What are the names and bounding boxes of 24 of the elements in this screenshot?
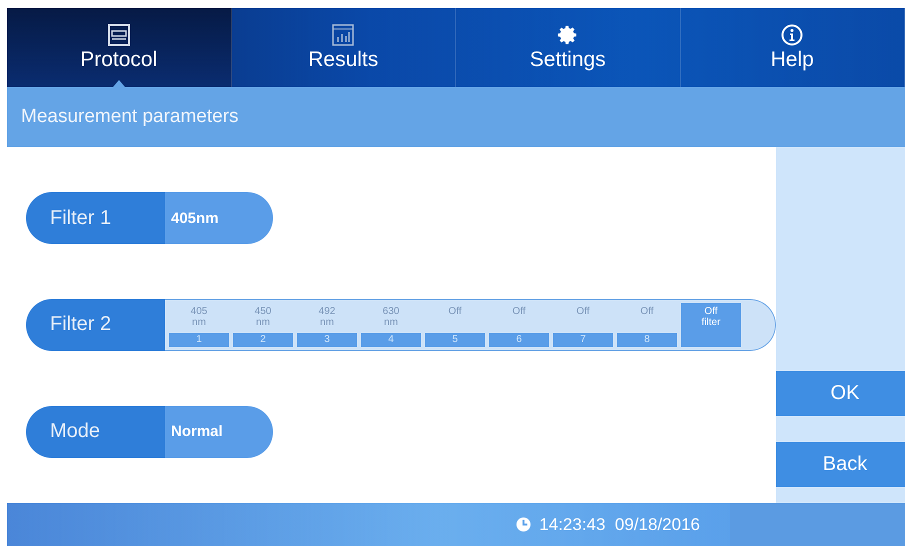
filter-option[interactable]: 630 nm 4 [361, 302, 421, 347]
filter-option[interactable]: Off 5 [425, 302, 485, 347]
filter-option[interactable]: 450 nm 2 [233, 302, 293, 347]
filter-option[interactable]: Off 7 [553, 302, 613, 347]
filter-option[interactable]: 492 nm 3 [297, 302, 357, 347]
date-time: 14:23:43 09/18/2016 [539, 514, 700, 534]
info-icon [781, 24, 804, 46]
filter-option[interactable]: Off filter [681, 302, 741, 347]
window-icon [108, 24, 130, 46]
chart-icon [332, 24, 354, 46]
parameter-label: Filter 2 [26, 298, 165, 351]
nav-tab[interactable]: Protocol [7, 8, 232, 87]
parameter-label: Mode [26, 406, 165, 458]
parameter-label: Filter 1 [26, 192, 165, 244]
parameter-value[interactable]: Normal [165, 406, 273, 458]
filter-option[interactable]: 405 nm 1 [169, 302, 229, 347]
clock-icon [516, 517, 532, 532]
filter-option[interactable]: Off 6 [489, 302, 549, 347]
parameter-value[interactable]: 405nm [165, 192, 273, 244]
action-button[interactable]: OK [776, 371, 905, 416]
filter-option[interactable]: Off 8 [617, 302, 677, 347]
action-button[interactable]: Back [776, 442, 905, 487]
settings-icon [556, 24, 579, 46]
section-title: Measurement parameters [21, 106, 239, 128]
